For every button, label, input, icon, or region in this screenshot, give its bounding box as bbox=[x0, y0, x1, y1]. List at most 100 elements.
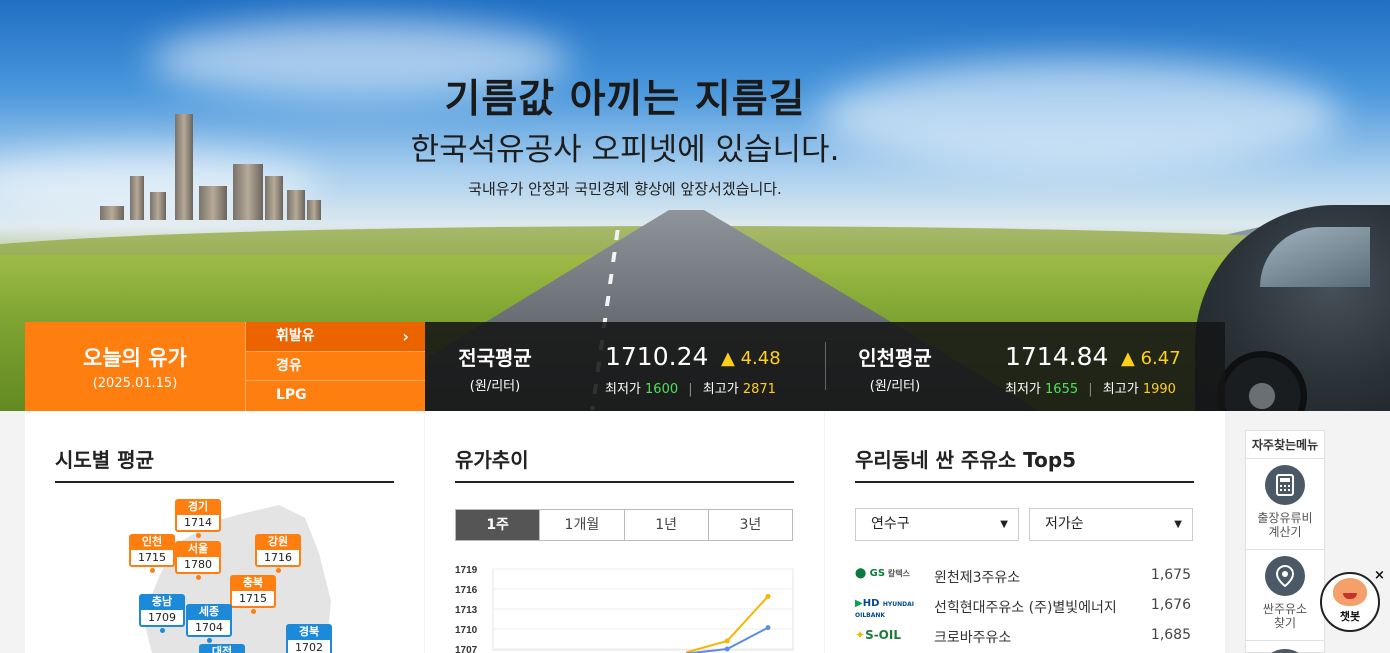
district-value: 연수구 bbox=[871, 516, 910, 532]
pin-dot bbox=[206, 638, 212, 643]
region-name: 세종 bbox=[186, 604, 232, 620]
pin-dot bbox=[275, 568, 281, 573]
incheon-unit: (원/리터) bbox=[869, 379, 921, 394]
region-name: 인천 bbox=[129, 534, 175, 550]
region-name: 대전 bbox=[199, 644, 245, 653]
tab-label: 경유 bbox=[276, 357, 302, 374]
low-label: 최저가 bbox=[1005, 382, 1041, 397]
station-name: 크로바주유소 bbox=[934, 630, 1012, 646]
tab-label: 휘발유 bbox=[276, 328, 315, 344]
national-price: 1710.24 bbox=[605, 342, 709, 371]
trend-rule bbox=[455, 481, 794, 483]
top5-title: 우리동네 싼 주유소 Top5 bbox=[855, 448, 1077, 472]
today-price-box: 오늘의 유가 (2025.01.15) bbox=[25, 322, 245, 411]
national-label: 전국평균 bbox=[458, 346, 532, 370]
station-price: 1,676 bbox=[1150, 597, 1191, 613]
quick-menu: 자주찾는메뉴 출장유류비 계산기 싼주유소 찾기 bbox=[1245, 430, 1325, 653]
chatbot-label: 챗봇 bbox=[1339, 610, 1361, 623]
quick-menu-title: 자주찾는메뉴 bbox=[1246, 431, 1324, 459]
tab-1year[interactable]: 1년 bbox=[625, 510, 709, 540]
pin-dot bbox=[149, 568, 155, 573]
regional-title: 시도별 평균 bbox=[55, 448, 154, 472]
fuel-type-tabs: 휘발유 › 경유 LPG bbox=[245, 322, 425, 411]
calculator-icon bbox=[1265, 465, 1305, 505]
regional-rule bbox=[55, 481, 394, 483]
period-tabs: 1주 1개월 1년 3년 bbox=[455, 509, 793, 541]
pin-dot bbox=[159, 628, 165, 633]
hero-subtitle: 한국석유공사 오피넷에 있습니다. bbox=[410, 132, 840, 168]
region-name: 충북 bbox=[230, 575, 276, 591]
station-name: 선힉현대주유소 (주)별빛에너지 bbox=[934, 600, 1117, 616]
high-label: 최고가 bbox=[702, 382, 739, 397]
quick-item-cheap-station[interactable]: 싼주유소 찾기 bbox=[1246, 556, 1324, 641]
hero-description: 국내유가 안정과 국민경제 향상에 앞장서겠습니다. bbox=[468, 180, 782, 198]
region-name: 경북 bbox=[286, 624, 332, 640]
chevron-right-icon: › bbox=[402, 327, 409, 346]
quick-item-label: 싼주유소 bbox=[1262, 602, 1308, 616]
incheon-label: 인천평균 bbox=[858, 346, 932, 370]
y-tick-label: 1710 bbox=[455, 625, 478, 636]
incheon-price: 1714.84 bbox=[1005, 342, 1109, 371]
low-price: 1600 bbox=[645, 382, 679, 397]
quick-item-label: 계산기 bbox=[1268, 525, 1302, 539]
tab-1week[interactable]: 1주 bbox=[456, 510, 541, 540]
quick-item-calculator[interactable]: 출장유류비 계산기 bbox=[1246, 465, 1324, 550]
today-title: 오늘의 유가 bbox=[83, 346, 187, 370]
chatbot-button[interactable]: 챗봇 bbox=[1320, 572, 1380, 632]
station-row[interactable]: ▶HD HYUNDAI OILBANK 선힉현대주유소 (주)별빛에너지 1,6… bbox=[855, 595, 1195, 619]
pin-dot bbox=[250, 609, 256, 614]
high-label: 최고가 bbox=[1102, 382, 1139, 397]
quick-item-label: 찾기 bbox=[1273, 616, 1297, 630]
station-price: 1,675 bbox=[1150, 567, 1191, 583]
price-trend-chart: 1719 1716 1713 1710 1707 bbox=[455, 565, 794, 653]
region-price: 1715 bbox=[230, 591, 276, 608]
pin-dot bbox=[195, 533, 201, 538]
station-name: 윈천제3주유소 bbox=[934, 570, 1021, 586]
national-range: 최저가 1600 | 최고가 2871 bbox=[605, 378, 776, 397]
pin-dot bbox=[195, 575, 201, 580]
data-point bbox=[724, 638, 730, 644]
region-price: 1704 bbox=[186, 620, 232, 637]
incheon-change: ▲ 6.47 bbox=[1121, 348, 1181, 369]
region-price: 1780 bbox=[175, 557, 221, 574]
tab-gasoline[interactable]: 휘발유 › bbox=[245, 322, 425, 352]
region-price: 1709 bbox=[139, 610, 185, 627]
region-pin[interactable]: 인천 1715 bbox=[129, 534, 175, 573]
region-pin[interactable]: 세종 1704 bbox=[186, 604, 232, 643]
tab-diesel[interactable]: 경유 bbox=[245, 351, 425, 382]
top5-rule bbox=[855, 481, 1194, 483]
region-pin[interactable]: 서울 1780 bbox=[175, 541, 221, 580]
station-row[interactable]: ⬤ GS 칼텍스 윈천제3주유소 1,675 bbox=[855, 565, 1195, 589]
tab-1month[interactable]: 1개월 bbox=[540, 510, 625, 540]
region-price: 1716 bbox=[255, 550, 301, 567]
high-price: 2871 bbox=[742, 382, 776, 397]
sort-select[interactable]: 저가순 ▼ bbox=[1029, 508, 1193, 541]
dropdown-arrow-icon: ▼ bbox=[1000, 519, 1008, 530]
s-oil-logo-icon: ✦S-OIL bbox=[855, 628, 901, 642]
station-price: 1,685 bbox=[1150, 627, 1191, 643]
incheon-range: 최저가 1655 | 최고가 1990 bbox=[1005, 378, 1176, 397]
region-pin[interactable]: 충남 1709 bbox=[139, 594, 185, 633]
data-point bbox=[765, 625, 771, 631]
national-unit: (원/리터) bbox=[469, 379, 521, 394]
region-pin[interactable]: 경기 1714 bbox=[175, 499, 221, 538]
region-pin[interactable]: 경북 1702 bbox=[286, 624, 332, 653]
chatbot-mascot-icon bbox=[1333, 578, 1367, 606]
station-row[interactable]: ✦S-OIL 크로바주유소 1,685 bbox=[855, 625, 1195, 649]
region-name: 경기 bbox=[175, 499, 221, 515]
region-name: 서울 bbox=[175, 541, 221, 557]
tab-3year[interactable]: 3년 bbox=[709, 510, 792, 540]
region-pin[interactable]: 충북 1715 bbox=[230, 575, 276, 614]
gs-caltex-logo-icon: ⬤ GS 칼텍스 bbox=[855, 568, 910, 579]
close-icon[interactable]: × bbox=[1374, 568, 1385, 583]
quick-item-more[interactable] bbox=[1246, 641, 1324, 653]
region-pin[interactable]: 대전 bbox=[199, 644, 245, 653]
quick-item-label: 출장유류비 bbox=[1257, 511, 1313, 525]
y-tick-label: 1707 bbox=[455, 645, 478, 653]
district-select[interactable]: 연수구 ▼ bbox=[855, 508, 1019, 541]
data-point bbox=[765, 593, 771, 599]
region-pin[interactable]: 강원 1716 bbox=[255, 534, 301, 573]
y-tick-label: 1713 bbox=[455, 605, 478, 616]
location-pin-icon bbox=[1265, 556, 1305, 596]
tab-lpg[interactable]: LPG bbox=[245, 381, 425, 411]
